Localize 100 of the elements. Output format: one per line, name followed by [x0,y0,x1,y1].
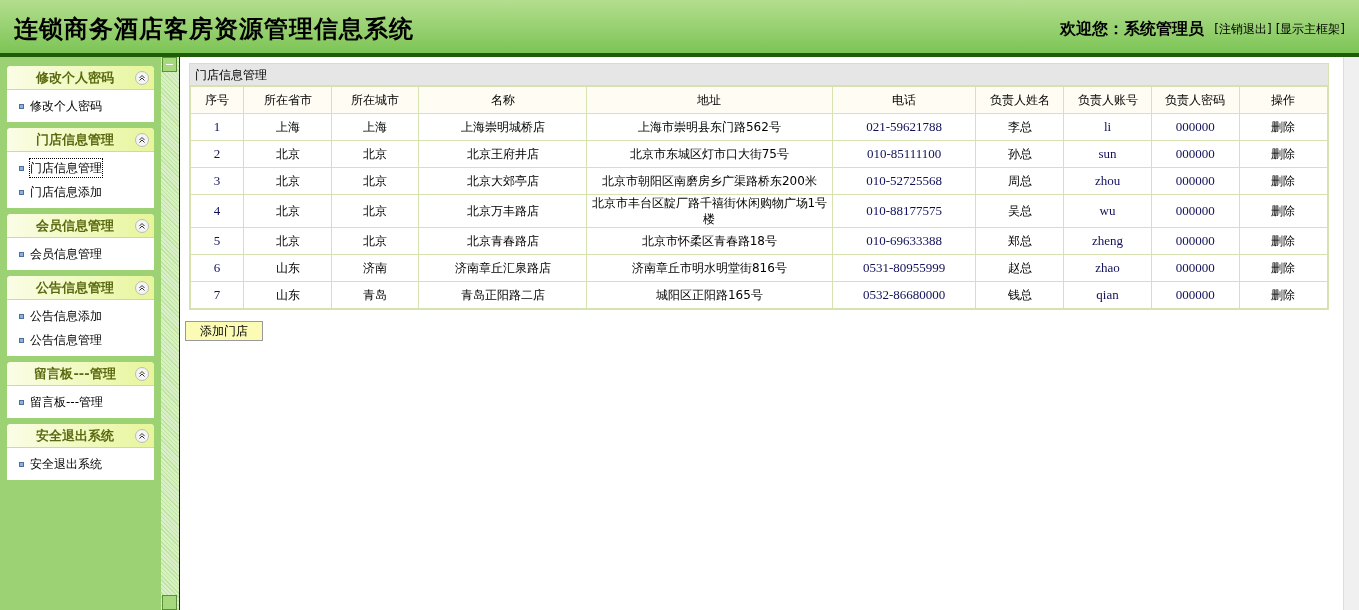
table-cell: 济南章丘市明水明堂街816号 [586,254,833,282]
header-link[interactable]: [注销退出] [1214,19,1272,38]
collapse-chevron-icon[interactable] [135,218,149,233]
table-cell: 3 [190,167,244,195]
menu-item[interactable]: 修改个人密码 [30,97,102,115]
app-title: 连锁商务酒店客房资源管理信息系统 [14,12,414,45]
table-cell: 北京市朝阳区南磨房乡广渠路桥东200米 [586,167,833,195]
table-cell: 6 [190,254,244,282]
menu-item[interactable]: 公告信息添加 [30,307,102,325]
table-cell: 青岛正阳路二店 [418,281,587,309]
table-cell: zhao [1063,254,1152,282]
menu-item[interactable]: 门店信息管理 [30,159,102,177]
table-cell: 城阳区正阳路165号 [586,281,833,309]
add-store-button[interactable]: 添加门店 [185,321,263,341]
table-cell: 北京 [243,194,332,228]
delete-link[interactable]: 删除 [1239,227,1328,255]
panel-title: 门店信息管理 [190,64,1328,86]
table-cell: 北京王府井店 [418,140,587,168]
table-cell: 北京市丰台区靛厂路千禧街休闲购物广场1号楼 [586,194,833,228]
table-cell: 000000 [1151,254,1240,282]
table-cell: 赵总 [975,254,1064,282]
bullet-icon [19,165,24,171]
table-cell: 北京 [331,167,419,195]
table-cell: 上海市崇明县东门路562号 [586,113,833,141]
table-cell: 青岛 [331,281,419,309]
menu-item[interactable]: 安全退出系统 [30,455,102,473]
column-header: 负责人姓名 [975,86,1064,114]
column-header: 电话 [832,86,976,114]
table-cell: 上海 [331,113,419,141]
delete-link[interactable]: 删除 [1239,194,1328,228]
table-cell: 北京 [243,140,332,168]
table-cell: 北京 [331,194,419,228]
bullet-icon [19,399,24,405]
menu-item[interactable]: 门店信息添加 [30,183,102,201]
table-cell: 4 [190,194,244,228]
table-cell: li [1063,113,1152,141]
column-header: 操作 [1239,86,1328,114]
table-cell: 李总 [975,113,1064,141]
table-cell: 济南章丘汇泉路店 [418,254,587,282]
table-cell: 000000 [1151,194,1240,228]
table-cell: 北京市东城区灯市口大街75号 [586,140,833,168]
table-cell: 000000 [1151,113,1240,141]
table-cell: zhou [1063,167,1152,195]
table-cell: 郑总 [975,227,1064,255]
column-header: 所在城市 [331,86,419,114]
table-cell: 上海崇明城桥店 [418,113,587,141]
table-cell: 5 [190,227,244,255]
table-cell: 上海 [243,113,332,141]
table-cell: 2 [190,140,244,168]
table-cell: 010-69633388 [832,227,976,255]
table-cell: qian [1063,281,1152,309]
table-cell: 000000 [1151,281,1240,309]
column-header: 所在省市 [243,86,332,114]
bullet-icon [19,251,24,257]
table-cell: 0532-86680000 [832,281,976,309]
table-cell: 山东 [243,281,332,309]
table-cell: 北京万丰路店 [418,194,587,228]
bullet-icon [19,313,24,319]
collapse-chevron-icon[interactable] [135,70,149,85]
menu-item[interactable]: 留言板---管理 [30,393,103,411]
collapse-chevron-icon[interactable] [135,428,149,443]
bullet-icon [19,337,24,343]
table-cell: 北京 [243,227,332,255]
table-cell: 山东 [243,254,332,282]
table-cell: 010-85111100 [832,140,976,168]
delete-link[interactable]: 删除 [1239,113,1328,141]
menu-item[interactable]: 公告信息管理 [30,331,102,349]
column-header: 负责人密码 [1151,86,1240,114]
column-header: 地址 [586,86,833,114]
table-cell: 钱总 [975,281,1064,309]
menu-item[interactable]: 会员信息管理 [30,245,102,263]
collapse-chevron-icon[interactable] [135,132,149,147]
table-cell: sun [1063,140,1152,168]
bullet-icon [19,103,24,109]
table-cell: 000000 [1151,167,1240,195]
column-header: 序号 [190,86,244,114]
welcome-text: 欢迎您：系统管理员 [1060,17,1205,40]
collapse-chevron-icon[interactable] [135,366,149,381]
table-cell: 7 [190,281,244,309]
collapse-icon[interactable] [162,57,177,72]
table-cell: 济南 [331,254,419,282]
table-cell: 010-52725568 [832,167,976,195]
table-cell: 北京大郊亭店 [418,167,587,195]
table-cell: 北京 [331,227,419,255]
delete-link[interactable]: 删除 [1239,281,1328,309]
collapse-chevron-icon[interactable] [135,280,149,295]
bullet-icon [19,461,24,467]
table-cell: 北京市怀柔区青春路18号 [586,227,833,255]
table-cell: 周总 [975,167,1064,195]
expand-icon[interactable] [162,595,177,610]
delete-link[interactable]: 删除 [1239,140,1328,168]
delete-link[interactable]: 删除 [1239,254,1328,282]
bullet-icon [19,189,24,195]
table-cell: zheng [1063,227,1152,255]
table-cell: 000000 [1151,227,1240,255]
table-cell: 孙总 [975,140,1064,168]
table-cell: 0531-80955999 [832,254,976,282]
header-link[interactable]: [显示主框架] [1275,19,1345,38]
delete-link[interactable]: 删除 [1239,167,1328,195]
table-cell: wu [1063,194,1152,228]
